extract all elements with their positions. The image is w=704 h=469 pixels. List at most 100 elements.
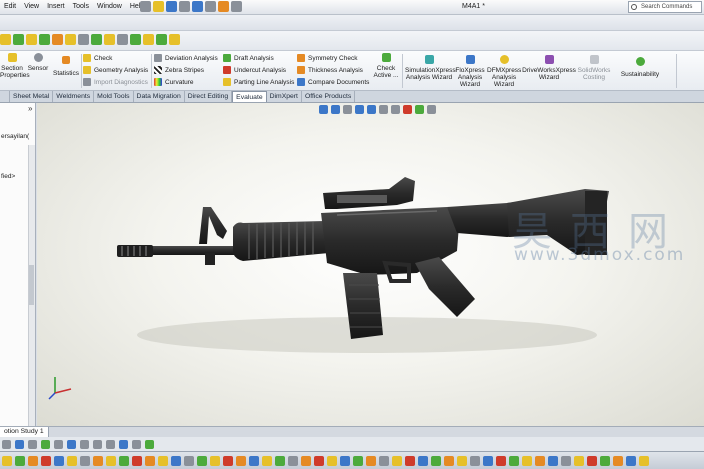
graphics-viewport[interactable]: 昊西网 www.3dmox.com: [37, 103, 704, 426]
toolbar-tool-icon[interactable]: [28, 439, 37, 449]
toolbar-tool-icon[interactable]: [288, 455, 298, 466]
toolbar-tool-icon[interactable]: [93, 455, 103, 466]
toolbar-tool-icon[interactable]: [431, 455, 441, 466]
toolbar-tool-icon[interactable]: [54, 439, 63, 449]
toolbar-tool-icon[interactable]: [444, 455, 454, 466]
toolbar-tool-icon[interactable]: [613, 455, 623, 466]
toolbar-tool-icon[interactable]: [379, 455, 389, 466]
toolbar-tool-icon[interactable]: [28, 455, 38, 466]
sensor-button[interactable]: Sensor: [27, 53, 49, 72]
menu-window[interactable]: Window: [93, 2, 126, 12]
toolbar-tool-icon[interactable]: [405, 455, 415, 466]
scroll-thumb[interactable]: [29, 265, 34, 305]
curvature-button[interactable]: Curvature: [154, 78, 194, 86]
menu-edit[interactable]: Edit: [0, 2, 20, 12]
toolbar-tool-icon[interactable]: [117, 34, 128, 45]
tab-mold-tools[interactable]: Mold Tools: [94, 91, 134, 102]
toolbar-tool-icon[interactable]: [392, 455, 402, 466]
toolbar-tool-icon[interactable]: [26, 34, 37, 45]
check-button[interactable]: Check: [83, 54, 112, 62]
undo-icon[interactable]: [192, 1, 203, 12]
deviation-analysis-button[interactable]: Deviation Analysis: [154, 54, 218, 62]
toolbar-tool-icon[interactable]: [67, 455, 77, 466]
thickness-analysis-button[interactable]: Thickness Analysis: [297, 66, 363, 74]
toolbar-tool-icon[interactable]: [353, 455, 363, 466]
toolbar-tool-icon[interactable]: [41, 455, 51, 466]
toolbar-tool-icon[interactable]: [197, 455, 207, 466]
toolbar-tool-icon[interactable]: [143, 34, 154, 45]
undercut-analysis-button[interactable]: Undercut Analysis: [223, 66, 286, 74]
toolbar-tool-icon[interactable]: [535, 455, 545, 466]
toolbar-tool-icon[interactable]: [470, 455, 480, 466]
toolbar-tool-icon[interactable]: [15, 455, 25, 466]
toolbar-tool-icon[interactable]: [509, 455, 519, 466]
menu-tools[interactable]: Tools: [69, 2, 93, 12]
toolbar-tool-icon[interactable]: [91, 34, 102, 45]
toolbar-tool-icon[interactable]: [223, 455, 233, 466]
rebuild-icon[interactable]: [218, 1, 229, 12]
driveworksxpress-button[interactable]: DriveWorksXpress Wizard: [522, 55, 576, 81]
toolbar-tool-icon[interactable]: [496, 455, 506, 466]
toolbar-tool-icon[interactable]: [574, 455, 584, 466]
toolbar-tool-icon[interactable]: [340, 455, 350, 466]
toolbar-tool-icon[interactable]: [561, 455, 571, 466]
toolbar-tool-icon[interactable]: [39, 34, 50, 45]
section-properties-button[interactable]: Section Properties: [0, 53, 30, 79]
toolbar-tool-icon[interactable]: [210, 455, 220, 466]
toolbar-tool-icon[interactable]: [457, 455, 467, 466]
toolbar-tool-icon[interactable]: [132, 439, 141, 449]
draft-analysis-button[interactable]: Draft Analysis: [223, 54, 274, 62]
tab-data-migration[interactable]: Data Migration: [134, 91, 185, 102]
compare-documents-button[interactable]: Compare Documents: [297, 78, 369, 86]
options-icon[interactable]: [231, 1, 242, 12]
toolbar-tool-icon[interactable]: [171, 455, 181, 466]
toolbar-tool-icon[interactable]: [587, 455, 597, 466]
toolbar-tool-icon[interactable]: [0, 34, 11, 45]
toolbar-tool-icon[interactable]: [78, 34, 89, 45]
toolbar-tool-icon[interactable]: [184, 455, 194, 466]
toolbar-tool-icon[interactable]: [2, 439, 11, 449]
simulationxpress-button[interactable]: SimulationXpress Analysis Wizard: [405, 55, 456, 81]
toolbar-tool-icon[interactable]: [236, 455, 246, 466]
save-icon[interactable]: [166, 1, 177, 12]
select-icon[interactable]: [205, 1, 216, 12]
toolbar-tool-icon[interactable]: [548, 455, 558, 466]
open-icon[interactable]: [153, 1, 164, 12]
tab-weldments[interactable]: Weldments: [53, 91, 95, 102]
toolbar-tool-icon[interactable]: [418, 455, 428, 466]
panel-expand-icon[interactable]: »: [28, 104, 32, 113]
toolbar-tool-icon[interactable]: [158, 455, 168, 466]
toolbar-tool-icon[interactable]: [275, 455, 285, 466]
search-commands-input[interactable]: Search Commands: [628, 1, 702, 13]
parting-line-analysis-button[interactable]: Parting Line Analysis: [223, 78, 294, 86]
dfmxpress-button[interactable]: DFMXpress Analysis Wizard: [487, 55, 521, 88]
statistics-button[interactable]: Statistics: [52, 56, 80, 77]
tab-direct-editing[interactable]: Direct Editing: [185, 91, 233, 102]
toolbar-tool-icon[interactable]: [600, 455, 610, 466]
toolbar-tool-icon[interactable]: [301, 455, 311, 466]
toolbar-tool-icon[interactable]: [2, 455, 12, 466]
print-icon[interactable]: [179, 1, 190, 12]
toolbar-tool-icon[interactable]: [52, 34, 63, 45]
toolbar-tool-icon[interactable]: [314, 455, 324, 466]
new-doc-icon[interactable]: [140, 1, 151, 12]
tree-item-owner[interactable]: ersayilan(: [1, 133, 29, 140]
symmetry-check-button[interactable]: Symmetry Check: [297, 54, 357, 62]
toolbar-tool-icon[interactable]: [145, 439, 154, 449]
toolbar-tool-icon[interactable]: [130, 34, 141, 45]
toolbar-tool-icon[interactable]: [15, 439, 24, 449]
menu-view[interactable]: View: [20, 2, 43, 12]
tab-dimxpert[interactable]: DimXpert: [267, 91, 302, 102]
toolbar-tool-icon[interactable]: [483, 455, 493, 466]
toolbar-tool-icon[interactable]: [106, 439, 115, 449]
tree-scrollbar[interactable]: [28, 145, 35, 437]
toolbar-tool-icon[interactable]: [119, 455, 129, 466]
toolbar-tool-icon[interactable]: [156, 34, 167, 45]
toolbar-tool-icon[interactable]: [249, 455, 259, 466]
tab-evaluate[interactable]: Evaluate: [232, 91, 267, 102]
tree-item-material[interactable]: fied>: [1, 173, 15, 180]
toolbar-tool-icon[interactable]: [145, 455, 155, 466]
zebra-stripes-button[interactable]: Zebra Stripes: [154, 66, 204, 74]
toolbar-tool-icon[interactable]: [522, 455, 532, 466]
tab-motion-study-1[interactable]: otion Study 1: [0, 427, 49, 437]
